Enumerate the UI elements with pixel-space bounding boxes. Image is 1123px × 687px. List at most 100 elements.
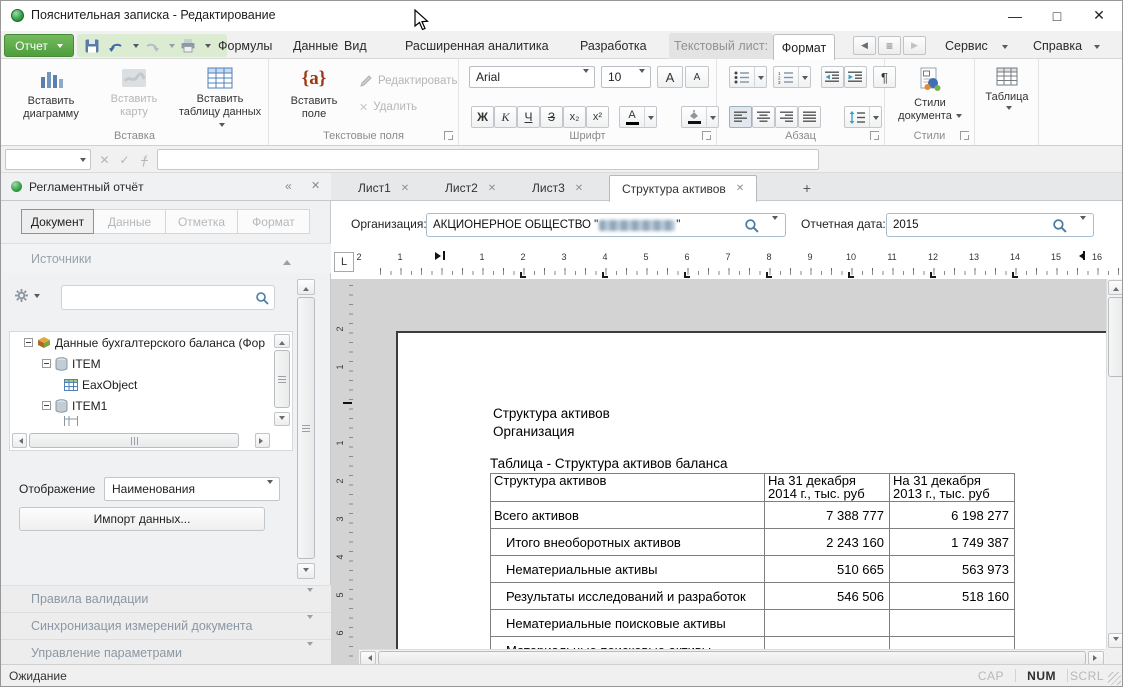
close-panel-button[interactable]: ✕	[311, 179, 320, 192]
bold-button[interactable]: Ж	[471, 106, 494, 128]
collapse-expander-icon[interactable]	[42, 401, 51, 410]
report-date-field[interactable]: 2015	[886, 213, 1094, 237]
top-margin-marker[interactable]	[343, 402, 352, 404]
tree-settings-button[interactable]	[15, 289, 40, 302]
shrink-font-button[interactable]: A	[685, 66, 709, 88]
sidebar-tab-data[interactable]: Данные	[93, 209, 166, 234]
menu-tab-advanced-analytics[interactable]: Расширенная аналитика	[401, 35, 553, 57]
menu-tab-formulas[interactable]: Формулы	[214, 35, 276, 57]
font-name-combo[interactable]: Arial	[469, 66, 595, 88]
report-menu-button[interactable]: Отчет	[4, 34, 74, 57]
tab-stop-marker[interactable]	[930, 272, 936, 278]
minimize-button[interactable]: —	[994, 1, 1036, 30]
sidebar-scrollbar-thumb[interactable]	[297, 297, 315, 559]
function-button[interactable]: ƒ	[135, 149, 154, 170]
resize-grip[interactable]	[1108, 672, 1121, 685]
tab-stop-marker[interactable]	[520, 272, 526, 278]
tab-stop-marker[interactable]	[1012, 272, 1018, 278]
numbered-list-button[interactable]: 123	[773, 66, 811, 88]
delete-field-button[interactable]: ✕ Удалить	[359, 97, 417, 117]
align-right-button[interactable]	[775, 106, 798, 128]
close-icon[interactable]: ✕	[575, 183, 583, 194]
redo-dropdown[interactable]	[165, 36, 175, 56]
search-icon[interactable]	[744, 218, 759, 233]
add-sheet-button[interactable]: +	[796, 177, 818, 199]
nav-back-button[interactable]: ◀	[853, 36, 876, 55]
display-mode-combo[interactable]: Наименования	[104, 477, 280, 501]
sidebar-scroll-up-button[interactable]	[297, 279, 315, 295]
tree-search-input[interactable]	[66, 288, 246, 307]
underline-button[interactable]: Ч	[517, 106, 540, 128]
close-button[interactable]: ✕	[1078, 1, 1120, 30]
redo-button[interactable]	[141, 36, 163, 56]
insert-chart-button[interactable]: Вставить диаграмму	[7, 63, 95, 121]
search-icon[interactable]	[1052, 218, 1067, 233]
bullet-list-button[interactable]	[729, 66, 767, 88]
menu-tab-development[interactable]: Разработка	[576, 35, 651, 57]
maximize-button[interactable]: □	[1036, 1, 1078, 30]
chevron-down-icon[interactable]	[772, 216, 778, 223]
sidebar-tab-format[interactable]: Формат	[237, 209, 310, 234]
scroll-right-button[interactable]	[1088, 651, 1104, 665]
sheet-tab-3[interactable]: Лист3✕	[520, 175, 595, 201]
sheet-tab-structure-active[interactable]: Структура активов✕	[609, 175, 757, 202]
chevron-down-icon[interactable]	[1080, 216, 1086, 223]
decrease-indent-button[interactable]	[821, 66, 844, 88]
v-ruler[interactable]: 21123456	[331, 279, 357, 666]
italic-button[interactable]: К	[494, 106, 517, 128]
nav-list-button[interactable]: ≡	[878, 36, 901, 55]
tree-item-eaxobject[interactable]: EaxObject	[10, 374, 292, 395]
section-dimension-sync[interactable]: Синхронизация измерений документа	[1, 612, 331, 639]
tree-scroll-down-button[interactable]	[274, 412, 290, 426]
menu-tab-format-active[interactable]: Формат	[773, 34, 835, 60]
insert-data-table-button[interactable]: Вставить таблицу данных	[175, 63, 265, 132]
section-parameter-management[interactable]: Управление параметрами	[1, 639, 331, 666]
tree-scroll-right-button[interactable]	[255, 433, 270, 448]
close-icon[interactable]: ✕	[488, 183, 496, 194]
name-box-combo[interactable]	[5, 149, 91, 170]
tab-stop-marker[interactable]	[848, 272, 854, 278]
document-page[interactable]: Структура активов Организация Таблица - …	[396, 331, 1123, 666]
close-icon[interactable]: ✕	[736, 183, 744, 194]
tree-item-balance-data[interactable]: Данные бухгалтерского баланса (Фор	[10, 332, 292, 353]
highlight-button[interactable]	[681, 106, 719, 128]
collapse-expander-icon[interactable]	[42, 359, 51, 368]
scroll-down-button[interactable]	[1108, 633, 1123, 648]
tab-type-selector[interactable]: L	[334, 252, 354, 272]
strikethrough-button[interactable]: З	[540, 106, 563, 128]
help-menu[interactable]: Справка	[1029, 35, 1104, 57]
document-styles-button[interactable]: Стили документа	[889, 63, 971, 123]
sidebar-scroll-down-button[interactable]	[297, 563, 315, 579]
line-spacing-dropdown[interactable]	[869, 107, 881, 127]
vertical-scrollbar[interactable]	[1106, 279, 1123, 649]
sidebar-tab-mark[interactable]: Отметка	[165, 209, 238, 234]
cancel-formula-button[interactable]: ✕	[95, 149, 114, 170]
undo-button[interactable]	[105, 36, 127, 56]
increase-indent-button[interactable]	[844, 66, 867, 88]
scroll-up-button[interactable]	[1108, 280, 1123, 295]
nav-forward-button[interactable]: ▶	[903, 36, 926, 55]
accept-formula-button[interactable]: ✓	[115, 149, 134, 170]
sidebar-tab-document[interactable]: Документ	[21, 209, 94, 234]
align-left-button[interactable]	[729, 106, 752, 128]
save-button[interactable]	[81, 36, 103, 56]
subscript-button[interactable]: x₂	[563, 106, 586, 128]
tab-stop-marker[interactable]	[602, 272, 608, 278]
print-dropdown[interactable]	[201, 36, 211, 56]
insert-field-button[interactable]: {a} Вставить поле	[281, 63, 347, 121]
align-center-button[interactable]	[752, 106, 775, 128]
collapse-expander-icon[interactable]	[24, 338, 33, 347]
document-canvas[interactable]: 21123456 Структура активов Организация Т…	[331, 279, 1123, 666]
tree-hscrollbar-thumb[interactable]	[29, 433, 239, 448]
font-size-combo[interactable]: 10	[601, 66, 651, 88]
tree-item-item1[interactable]: ITEM1	[10, 395, 292, 416]
edit-field-button[interactable]: Редактировать	[359, 71, 457, 91]
insert-map-button[interactable]: Вставить карту	[97, 63, 171, 119]
hscrollbar-thumb[interactable]	[378, 651, 1086, 665]
tree-item-item[interactable]: ITEM	[10, 353, 292, 374]
sources-section-header[interactable]: Источники	[1, 243, 331, 273]
vscrollbar-thumb[interactable]	[1108, 297, 1123, 377]
collapse-panel-button[interactable]: «	[285, 179, 292, 193]
print-button[interactable]	[177, 36, 199, 56]
service-menu[interactable]: Сервис	[941, 35, 1012, 57]
